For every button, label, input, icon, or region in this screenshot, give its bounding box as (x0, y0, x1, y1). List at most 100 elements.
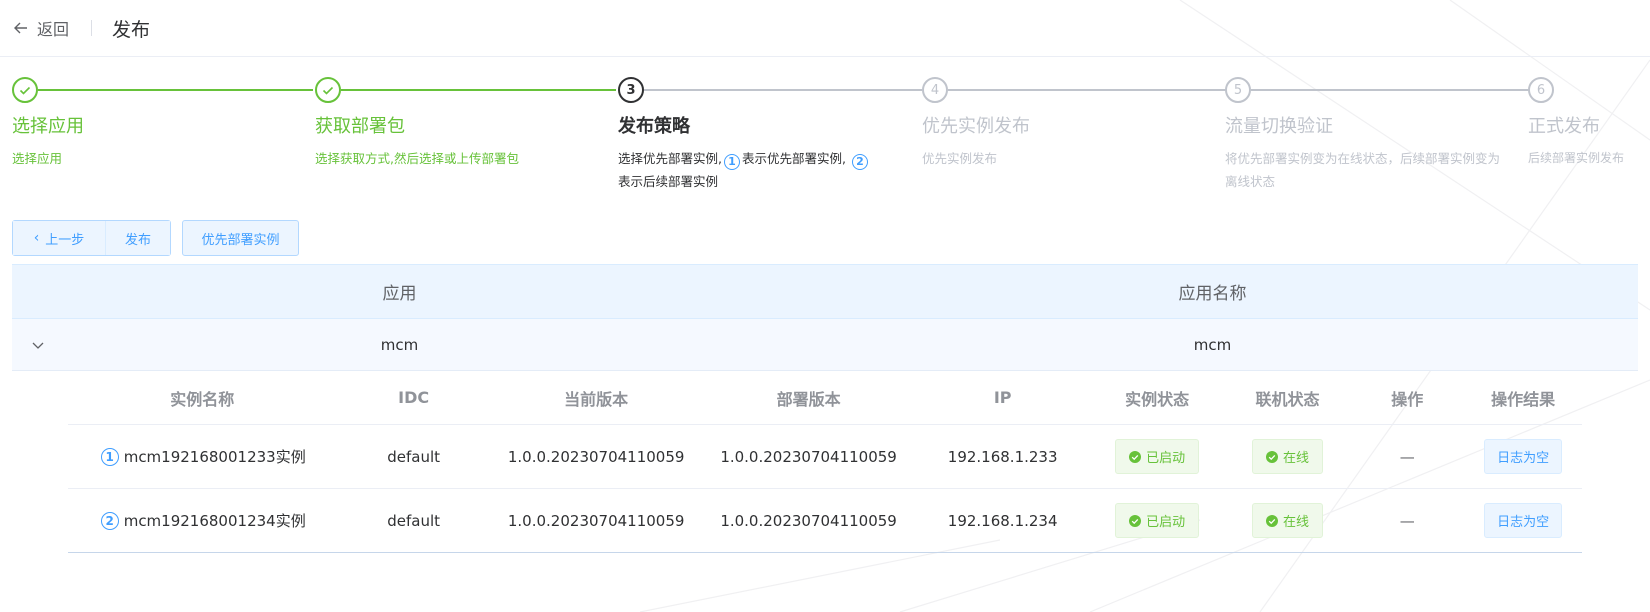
step-connector-4 (948, 89, 1226, 91)
app-table-header: 应用 应用名称 (12, 264, 1638, 319)
table-row: 2 mcm192168001234实例 default 1.0.0.202307… (68, 489, 1582, 553)
step-number: 5 (1225, 77, 1251, 103)
priority-instance-button[interactable]: 优先部署实例 (182, 220, 299, 256)
status-badge: 在线 (1251, 503, 1323, 538)
step-desc: 优先实例发布 (922, 151, 998, 166)
prev-step-label: 上一步 (45, 232, 85, 248)
step-check-icon (12, 77, 38, 103)
deploy-version-cell: 1.0.0.20230704110059 (720, 447, 897, 466)
header-idc: IDC (398, 388, 430, 407)
instance-status-cell: 已启动 (1090, 439, 1225, 474)
step-traffic-switch: 5 流量切换验证 将优先部署实例变为在线状态，后续部署实例变为离线状态 (1225, 77, 1500, 193)
ip-cell: 192.168.1.233 (947, 447, 1058, 466)
steps-bar: 选择应用 选择应用 获取部署包 选择获取方式,然后选择或上传部署包 3 发布策略… (0, 77, 1650, 217)
step-check-icon (315, 77, 341, 103)
chevron-left-icon: ‹ (33, 230, 40, 246)
step-desc: 后续部署实例发布 (1528, 151, 1625, 165)
order-1-icon: 1 (723, 153, 740, 170)
prev-step-button[interactable]: ‹ 上一步 (13, 221, 105, 255)
step-title: 流量切换验证 (1225, 116, 1333, 137)
button-group: ‹ 上一步 发布 (12, 220, 171, 256)
order-2-icon: 2 (100, 511, 119, 530)
step-title: 获取部署包 (315, 116, 405, 137)
ip-cell: 192.168.1.234 (947, 511, 1058, 530)
status-text: 在线 (1282, 451, 1309, 466)
step-title: 正式发布 (1528, 116, 1600, 137)
instance-name: mcm192168001234实例 (123, 512, 306, 530)
operation-cell: — (1399, 511, 1415, 530)
current-version-cell: 1.0.0.20230704110059 (507, 447, 685, 466)
header-instance-name: 实例名称 (170, 389, 235, 409)
check-circle-icon (1129, 450, 1142, 463)
back-label: 返回 (37, 20, 70, 39)
header-deploy-version: 部署版本 (776, 389, 841, 409)
order-2-icon: 2 (851, 153, 868, 170)
step-connector-2 (341, 89, 616, 91)
check-circle-icon (1265, 450, 1278, 463)
online-status-cell: 在线 (1225, 439, 1351, 474)
page-title: 发布 (112, 18, 151, 41)
step-desc-part: 表示后续部署实例 (618, 174, 719, 189)
step-title: 选择应用 (12, 116, 84, 137)
header-result: 操作结果 (1491, 389, 1556, 409)
operation-cell: — (1399, 447, 1415, 466)
idc-cell: default (387, 511, 441, 530)
log-button[interactable]: 日志为空 (1484, 439, 1563, 474)
header-divider (91, 20, 93, 36)
result-cell: 日志为空 (1464, 503, 1582, 538)
step-strategy: 3 发布策略 选择优先部署实例, 1 表示优先部署实例, 2 表示后续部署实例 (618, 77, 888, 193)
step-number: 3 (618, 77, 644, 103)
table-row: 1 mcm192168001233实例 default 1.0.0.202307… (68, 425, 1582, 489)
step-connector-3 (644, 89, 922, 91)
log-button[interactable]: 日志为空 (1484, 503, 1563, 538)
online-status-cell: 在线 (1225, 503, 1351, 538)
step-desc-part: 表示优先部署实例, (741, 151, 846, 166)
step-title: 发布策略 (618, 116, 690, 137)
step-connector-1 (38, 89, 313, 91)
header-app-name: 应用名称 (1178, 284, 1247, 304)
step-desc: 选择获取方式,然后选择或上传部署包 (315, 151, 519, 166)
instance-name: mcm192168001233实例 (123, 448, 306, 466)
header-operation: 操作 (1391, 389, 1424, 409)
toolbar: ‹ 上一步 发布 优先部署实例 (12, 220, 1650, 256)
status-text: 在线 (1282, 515, 1309, 530)
current-version-cell: 1.0.0.20230704110059 (507, 511, 685, 530)
step-number: 4 (922, 77, 948, 103)
check-circle-icon (1265, 514, 1278, 527)
result-cell: 日志为空 (1464, 439, 1582, 474)
status-text: 已启动 (1146, 515, 1186, 530)
app-table: 应用 应用名称 mcm mcm 实例名称 IDC 当前版本 部署版本 IP 实例… (12, 264, 1638, 553)
step-desc: 选择优先部署实例, 1 表示优先部署实例, 2 表示后续部署实例 (618, 147, 888, 193)
header-online-status: 联机状态 (1255, 389, 1320, 409)
app-cell: mcm (380, 335, 419, 354)
deploy-version-cell: 1.0.0.20230704110059 (720, 511, 897, 530)
header-instance-status: 实例状态 (1125, 389, 1190, 409)
instance-status-cell: 已启动 (1090, 503, 1225, 538)
step-final-publish: 6 正式发布 后续部署实例发布 (1528, 77, 1648, 170)
status-badge: 已启动 (1115, 503, 1200, 538)
header-current-version: 当前版本 (564, 389, 629, 409)
app-row[interactable]: mcm mcm (12, 319, 1638, 371)
status-text: 已启动 (1146, 451, 1186, 466)
step-number: 6 (1528, 77, 1554, 103)
chevron-down-icon[interactable] (28, 335, 48, 355)
arrow-left-icon (14, 22, 27, 34)
step-connector-5 (1251, 89, 1529, 91)
instance-table-header: 实例名称 IDC 当前版本 部署版本 IP 实例状态 联机状态 操作 操作结果 (68, 371, 1582, 425)
status-badge: 在线 (1251, 439, 1323, 474)
step-title: 优先实例发布 (922, 116, 1030, 137)
publish-button[interactable]: 发布 (105, 221, 170, 255)
idc-cell: default (387, 447, 441, 466)
header-app: 应用 (382, 284, 417, 304)
page-header: 返回 发布 (0, 0, 1650, 57)
instance-name-cell: 2 mcm192168001234实例 (68, 510, 336, 531)
instance-name-cell: 1 mcm192168001233实例 (68, 446, 336, 467)
header-ip: IP (993, 388, 1012, 407)
app-name-cell: mcm (1193, 335, 1232, 354)
step-desc: 选择应用 (12, 151, 63, 166)
step-desc: 将优先部署实例变为在线状态，后续部署实例变为离线状态 (1225, 151, 1501, 189)
back-button[interactable]: 返回 (13, 16, 69, 40)
order-1-icon: 1 (100, 447, 119, 466)
step-desc-part: 选择优先部署实例, (618, 151, 722, 166)
status-badge: 已启动 (1115, 439, 1200, 474)
